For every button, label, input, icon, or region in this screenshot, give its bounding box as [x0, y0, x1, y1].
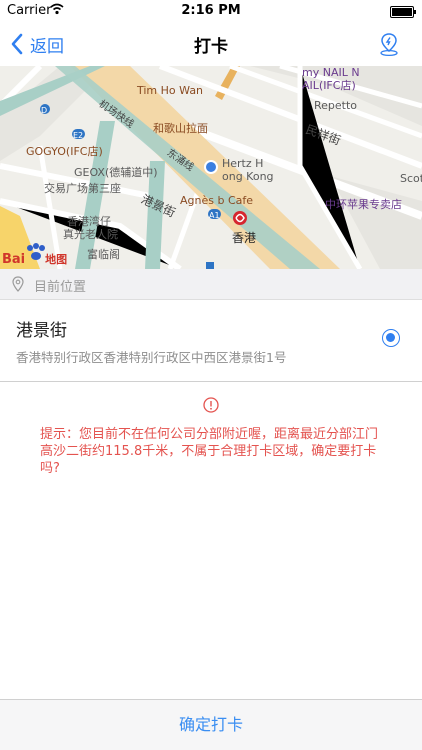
- confirm-clock-in-button[interactable]: 确定打卡: [0, 699, 422, 750]
- location-refresh-button[interactable]: [376, 31, 402, 57]
- status-bar: Carrier 2:16 PM: [0, 0, 422, 22]
- clock: 2:16 PM: [181, 3, 241, 18]
- map-label: 香港湾仔: [67, 215, 111, 228]
- page-title: 打卡: [194, 37, 228, 57]
- map-label: 香港: [232, 231, 257, 245]
- map-label: GOGYO(IFC店): [26, 145, 103, 158]
- battery-icon: [390, 6, 416, 18]
- map-label: my NAIL N: [302, 66, 360, 79]
- map-label: Tim Ho Wan: [137, 84, 204, 97]
- map-view[interactable]: Tim Ho Wan my NAIL N AIL(IFC店) Repetto 机…: [0, 66, 422, 269]
- navigation-bar: 返回 打卡: [0, 22, 422, 66]
- baidu-logo: Bai 地图: [2, 252, 68, 267]
- map-label: GEOX(德辅道中): [74, 166, 158, 179]
- warning-icon: [203, 397, 219, 413]
- location-radio[interactable]: [382, 329, 400, 347]
- location-option[interactable]: 港景街 香港特别行政区香港特别行政区中西区港景街1号: [0, 300, 422, 382]
- warning-message: 提示：您目前不在任何公司分部附近喔，距离最近分部江门高沙二街约115.8千米，不…: [40, 427, 379, 476]
- map-label: E2: [73, 131, 84, 140]
- map-label: ong Kong: [222, 170, 274, 183]
- current-position-bar: 目前位置: [0, 269, 422, 300]
- map-label: Scot: [400, 172, 422, 185]
- map-label: Repetto: [314, 99, 358, 112]
- location-address: 香港特别行政区香港特别行政区中西区港景街1号: [16, 350, 287, 365]
- map-label: Agnès b Cafe: [180, 194, 254, 207]
- current-position-label: 目前位置: [34, 280, 87, 295]
- map-label: Hertz H: [222, 157, 264, 170]
- map-label: 中环苹果专卖店: [325, 198, 402, 211]
- map-label: 富临阁: [87, 248, 120, 261]
- location-pin-icon: [380, 33, 398, 57]
- location-pin-icon: [12, 276, 24, 292]
- map-label: 和歌山拉面: [153, 122, 208, 135]
- location-name: 港景街: [16, 321, 67, 341]
- map-label: 真光老人院: [63, 228, 118, 241]
- map-label: D: [41, 106, 48, 115]
- map-label: 交易广场第三座: [44, 182, 121, 195]
- map-label: A1: [209, 211, 220, 220]
- map-label: AIL(IFC店): [302, 79, 356, 92]
